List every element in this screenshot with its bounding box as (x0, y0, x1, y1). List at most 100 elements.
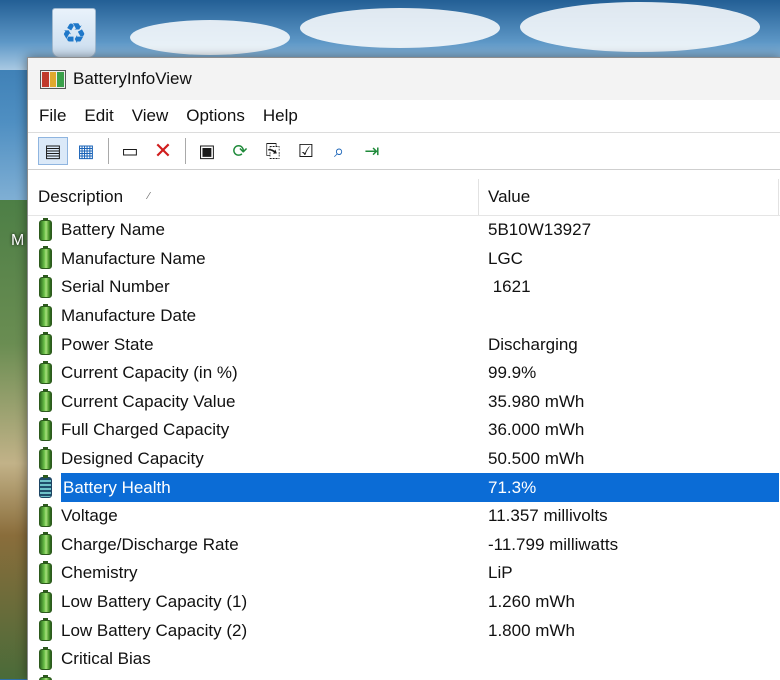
description-cell: Designed Capacity (28, 449, 479, 470)
table-row[interactable]: Battery Name5B10W13927 (28, 216, 780, 245)
recycle-symbol-icon: ♻ (52, 8, 96, 58)
battery-icon (39, 506, 52, 527)
description-cell: Low Battery Capacity (2) (28, 620, 479, 641)
toolbar: ▤ ▦ ▭ ✕ ▣ ⟳ ⎘ ☑ ⌕ ⇥ (28, 132, 780, 170)
battery-icon (39, 420, 52, 441)
log-view-icon[interactable]: ▦ (71, 137, 101, 165)
description-cell: Low Battery Capacity (1) (28, 592, 479, 613)
column-header-value[interactable]: Value (479, 179, 779, 215)
table-row[interactable]: Full Charged Capacity 36.000 mWh (28, 416, 780, 445)
menu-view[interactable]: View (125, 106, 176, 126)
description-label: Designed Capacity (61, 449, 204, 469)
description-label: Serial Number (61, 277, 170, 297)
description-cell: Charge/Discharge Rate (28, 534, 479, 555)
table-row[interactable]: Low Battery Capacity (1)1.260 mWh (28, 588, 780, 617)
table-row[interactable]: Designed Capacity50.500 mWh (28, 445, 780, 474)
table-row[interactable]: Number of charge/discharge cycles354 (28, 674, 780, 680)
description-cell: Battery Health (28, 473, 479, 502)
battery-app-icon (40, 70, 66, 89)
value-cell: 71.3% (479, 473, 779, 502)
desktop-landscape (0, 200, 30, 679)
toolbar-separator (108, 138, 109, 164)
copy-icon[interactable]: ⎘ (258, 137, 288, 165)
app-icon-segment (50, 72, 57, 87)
battery-icon (39, 534, 52, 555)
table-row[interactable]: Low Battery Capacity (2) 1.800 mWh (28, 616, 780, 645)
column-header-value-label: Value (488, 187, 530, 207)
value-cell: 35.980 mWh (479, 392, 779, 412)
desktop-cloud (130, 20, 290, 55)
value-cell: 5B10W13927 (479, 220, 779, 240)
delete-icon[interactable]: ✕ (148, 137, 178, 165)
exit-icon[interactable]: ⇥ (357, 137, 387, 165)
description-label: Manufacture Name (61, 249, 206, 269)
details-view-icon[interactable]: ▤ (38, 137, 68, 165)
value-cell: LGC (479, 249, 779, 269)
table-row[interactable]: Power StateDischarging (28, 330, 780, 359)
description-label: Low Battery Capacity (2) (61, 621, 247, 641)
battery-icon (39, 449, 52, 470)
properties-window-icon[interactable]: ▭ (115, 137, 145, 165)
menu-options[interactable]: Options (179, 106, 252, 126)
column-header-description-label: Description (38, 187, 123, 207)
table-row[interactable]: Chemistry LiP (28, 559, 780, 588)
menu-help[interactable]: Help (256, 106, 305, 126)
battery-icon (39, 391, 52, 412)
list-header: Description ⁄ Value (28, 179, 780, 216)
desktop-icon-label[interactable]: M (11, 232, 24, 250)
recycle-bin-icon[interactable]: ♻ (46, 6, 100, 58)
menu-edit[interactable]: Edit (77, 106, 120, 126)
menu-file[interactable]: File (32, 106, 73, 126)
value-cell: 36.000 mWh (479, 420, 779, 440)
battery-icon (39, 477, 52, 498)
battery-icon (39, 620, 52, 641)
value-cell: -11.799 milliwatts (479, 535, 779, 555)
description-cell: Manufacture Name (28, 248, 479, 269)
battery-icon (39, 334, 52, 355)
save-icon[interactable]: ▣ (192, 137, 222, 165)
app-icon-segment (42, 72, 49, 87)
description-label: Charge/Discharge Rate (61, 535, 239, 555)
description-label: Battery Health (61, 473, 479, 502)
description-label: Critical Bias (61, 649, 151, 669)
desktop-cloud (300, 8, 500, 48)
value-cell: 11.357 millivolts (479, 506, 779, 526)
value-cell: 1.800 mWh (479, 621, 779, 641)
description-cell: Serial Number (28, 277, 479, 298)
battery-icon (39, 248, 52, 269)
description-cell: Critical Bias (28, 649, 479, 670)
title-bar[interactable]: BatteryInfoView (28, 58, 780, 100)
description-label: Chemistry (61, 563, 138, 583)
app-window: BatteryInfoView File Edit View Options H… (27, 57, 780, 680)
description-cell: Voltage (28, 506, 479, 527)
value-cell: 1621 (479, 277, 779, 297)
description-cell: Manufacture Date (28, 306, 479, 327)
table-row[interactable]: Serial Number 1621 (28, 273, 780, 302)
find-icon[interactable]: ⌕ (324, 137, 354, 165)
table-row[interactable]: Manufacture Name LGC (28, 245, 780, 274)
table-row[interactable]: Current Capacity Value35.980 mWh (28, 388, 780, 417)
table-row[interactable]: Charge/Discharge Rate -11.799 milliwatts (28, 531, 780, 560)
column-header-description[interactable]: Description ⁄ (28, 179, 479, 215)
refresh-icon[interactable]: ⟳ (225, 137, 255, 165)
table-row[interactable]: Current Capacity (in %)99.9% (28, 359, 780, 388)
table-row[interactable]: Critical Bias (28, 645, 780, 674)
description-label: Power State (61, 335, 154, 355)
app-icon-segment (57, 72, 64, 87)
table-row[interactable]: Manufacture Date (28, 302, 780, 331)
battery-icon (39, 306, 52, 327)
description-cell: Battery Name (28, 220, 479, 241)
description-cell: Current Capacity (in %) (28, 363, 479, 384)
properties-icon[interactable]: ☑ (291, 137, 321, 165)
value-cell: LiP (479, 563, 779, 583)
description-cell: Current Capacity Value (28, 391, 479, 412)
description-cell: Chemistry (28, 563, 479, 584)
table-row[interactable]: Voltage 11.357 millivolts (28, 502, 780, 531)
battery-info-list: Description ⁄ Value Battery Name5B10W139… (28, 179, 780, 680)
window-title: BatteryInfoView (73, 69, 192, 89)
description-label: Voltage (61, 506, 118, 526)
battery-icon (39, 563, 52, 584)
table-row[interactable]: Battery Health71.3% (28, 473, 780, 502)
desktop-cloud (520, 2, 760, 52)
description-label: Full Charged Capacity (61, 420, 229, 440)
